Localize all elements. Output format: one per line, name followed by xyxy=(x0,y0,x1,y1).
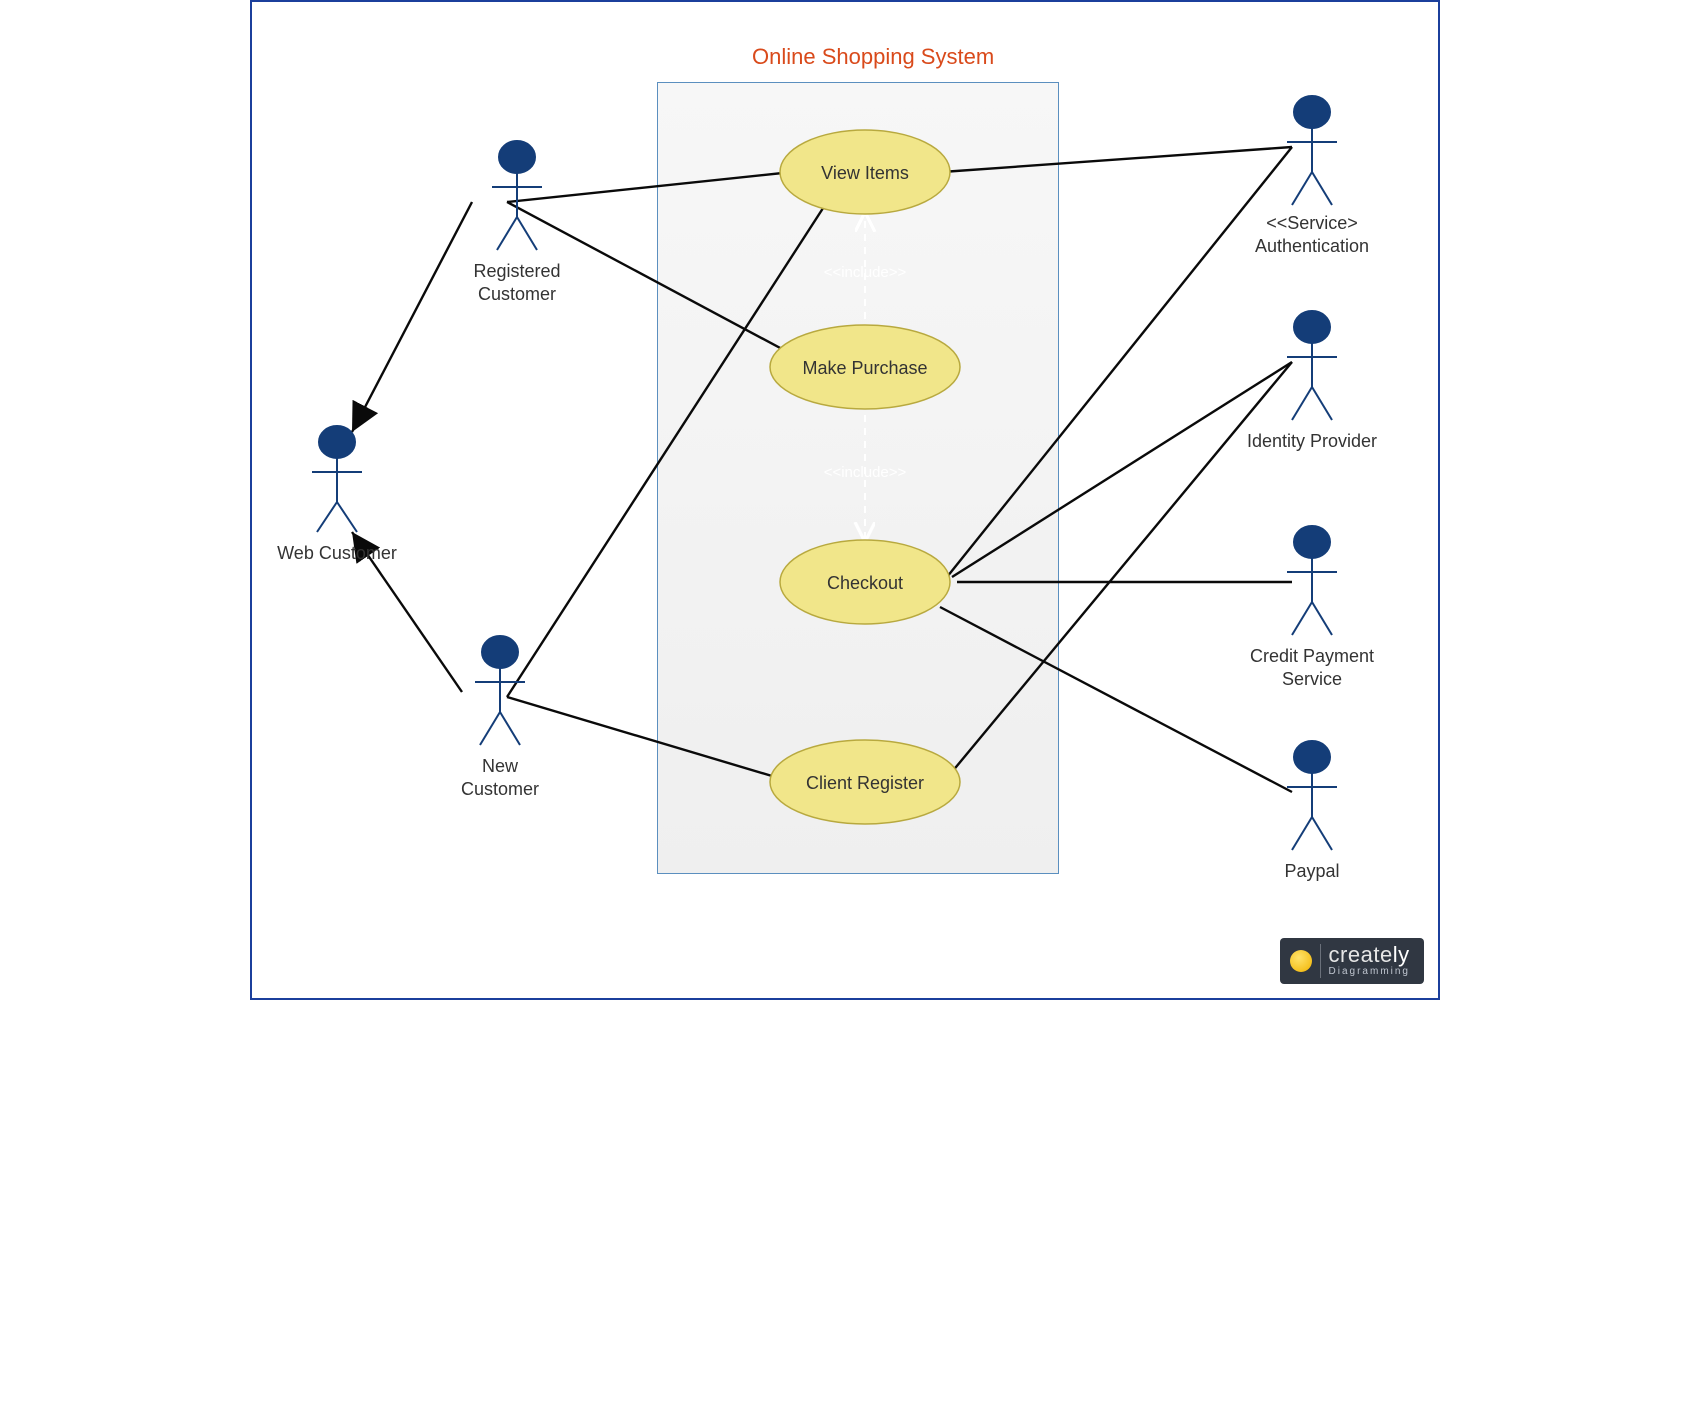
label-credit-payment: Credit Payment Service xyxy=(1222,645,1402,692)
actor-authentication xyxy=(1287,96,1337,205)
label-new-customer: New Customer xyxy=(425,755,575,802)
actor-new-customer xyxy=(475,636,525,745)
brand-name-b: ly xyxy=(1393,942,1410,967)
actor-registered-customer xyxy=(492,141,542,250)
label-registered-customer: Registered Customer xyxy=(442,260,592,307)
actor-web-customer xyxy=(312,426,362,532)
diagram-frame: Online Shopping System xyxy=(250,0,1440,1000)
actor-credit-payment xyxy=(1287,526,1337,635)
bulb-icon xyxy=(1290,950,1312,972)
system-boundary xyxy=(657,82,1059,874)
label-authentication: <<Service> Authentication xyxy=(1217,212,1407,259)
actor-paypal xyxy=(1287,741,1337,850)
actor-identity-provider xyxy=(1287,311,1337,420)
creately-logo: creately Diagramming xyxy=(1280,938,1424,984)
label-web-customer: Web Customer xyxy=(262,542,412,565)
label-identity-provider: Identity Provider xyxy=(1222,430,1402,453)
brand-name-a: create xyxy=(1329,942,1393,967)
label-paypal: Paypal xyxy=(1247,860,1377,883)
diagram-title: Online Shopping System xyxy=(752,44,994,70)
brand-tagline: Diagramming xyxy=(1329,966,1410,977)
